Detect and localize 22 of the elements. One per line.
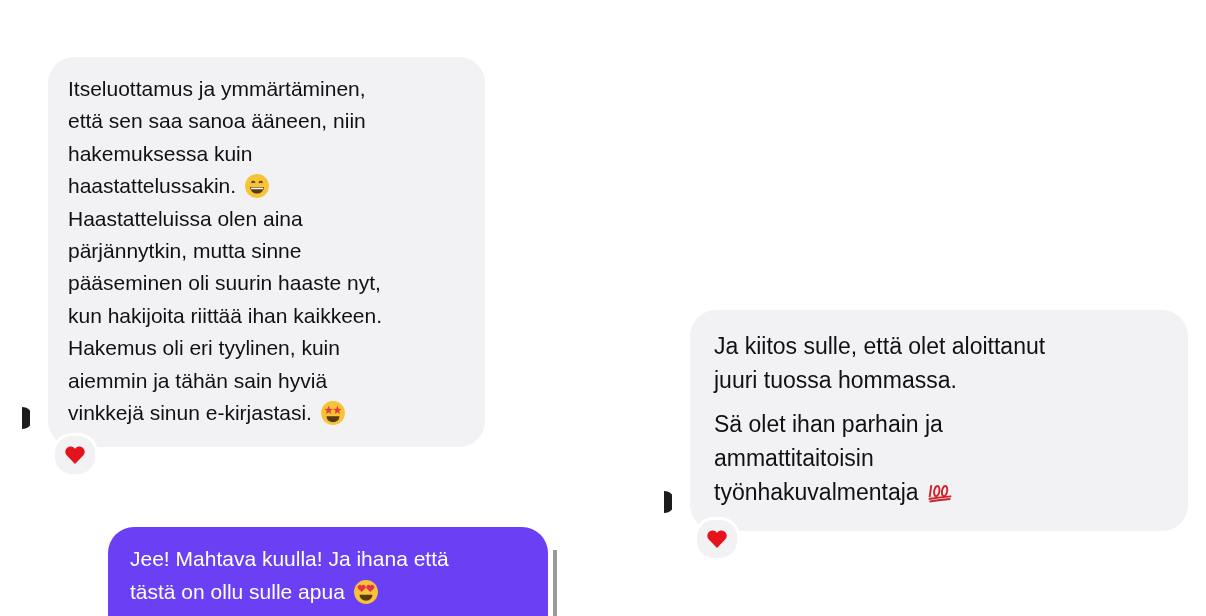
message-text: tästä on ollu sulle apua	[130, 578, 345, 605]
scrollbar[interactable]	[553, 550, 557, 616]
heart-eyes-face-icon	[352, 579, 379, 606]
message-text: työnhakuvalmentaja	[714, 478, 919, 507]
message-text: ammattitaitoisin	[714, 444, 874, 473]
message-text: aiemmin ja tähän sain hyviä	[68, 367, 328, 394]
message-text: haastattelussakin.	[68, 173, 237, 200]
message-text: pääseminen oli suurin haaste nyt,	[68, 270, 381, 297]
message-text: Haastatteluissa olen aina	[68, 205, 303, 232]
message-text: Jee! Mahtava kuulla! Ja ihana että	[130, 546, 449, 573]
message-text: kun hakijoita riittää ihan kaikkeen.	[68, 302, 382, 329]
message-text: juuri tuossa hommassa.	[714, 366, 957, 395]
message-text: että sen saa sanoa ääneen, niin	[68, 108, 366, 135]
message-text: vinkkejä sinun e-kirjastasi.	[68, 400, 312, 427]
star-eyes-face-icon	[319, 400, 346, 427]
message-text: Sä olet ihan parhain ja	[714, 410, 943, 439]
message-text: Hakemus oli eri tyylinen, kuin	[68, 335, 340, 362]
message-text: Ja kiitos sulle, että olet aloittanut	[714, 332, 1046, 361]
message-text: pärjännytkin, mutta sinne	[68, 238, 302, 265]
message-text: hakemuksessa kuin	[68, 140, 253, 167]
message-text: Itseluottamus ja ymmärtäminen,	[68, 76, 366, 102]
grinning-face-icon	[244, 173, 271, 200]
